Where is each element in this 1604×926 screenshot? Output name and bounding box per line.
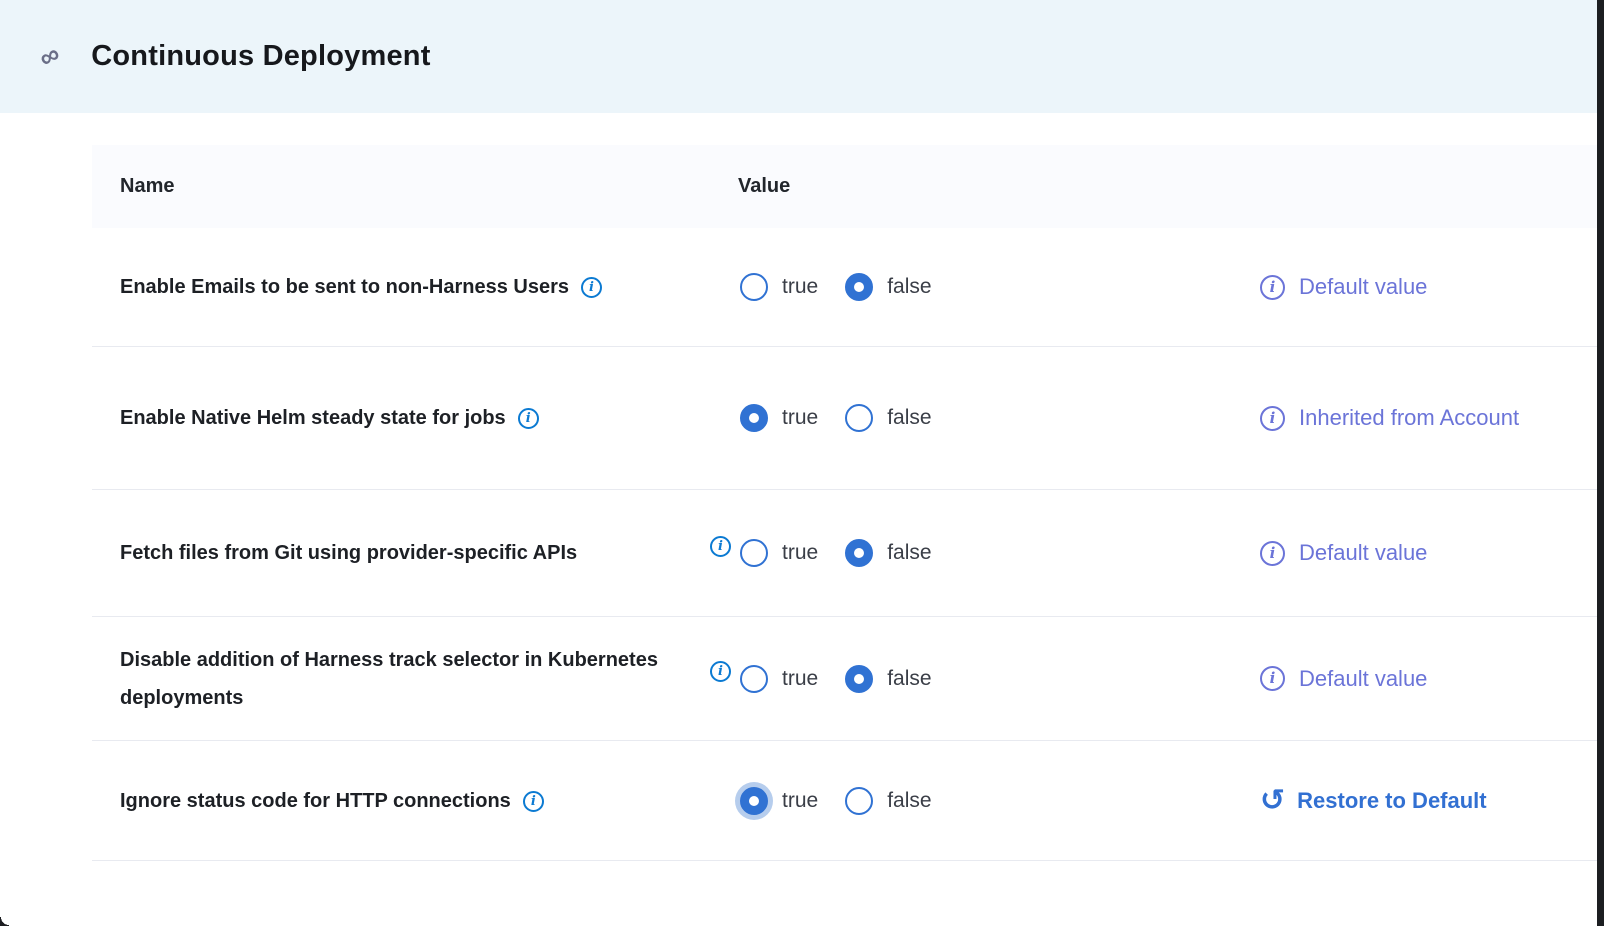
section-header: ∞ Continuous Deployment xyxy=(0,0,1604,113)
status-label: Inherited from Account xyxy=(1299,401,1519,435)
window-right-edge xyxy=(1597,0,1604,926)
radio-true-circle[interactable] xyxy=(740,787,768,815)
restore-to-default-button[interactable]: Restore to Default xyxy=(1297,788,1486,814)
radio-false[interactable]: false xyxy=(845,787,958,815)
radio-false[interactable]: false xyxy=(845,273,958,301)
setting-name: Disable addition of Harness track select… xyxy=(120,641,695,717)
info-icon[interactable]: i xyxy=(1260,541,1285,566)
column-header-value: Value xyxy=(710,175,1230,198)
radio-false[interactable]: false xyxy=(845,665,958,693)
setting-value: i true false xyxy=(710,273,1230,301)
table-row: Disable addition of Harness track select… xyxy=(92,617,1597,741)
radio-false[interactable]: false xyxy=(845,539,958,567)
info-icon[interactable]: i xyxy=(710,661,731,682)
radio-true[interactable]: true xyxy=(740,273,845,301)
radio-false-circle[interactable] xyxy=(845,539,873,567)
info-icon[interactable]: i xyxy=(523,791,544,812)
setting-status: ↺ Restore to Default xyxy=(1230,786,1597,816)
setting-value: i true false xyxy=(710,404,1230,432)
radio-true[interactable]: true xyxy=(740,787,845,815)
table-row: Enable Emails to be sent to non-Harness … xyxy=(92,228,1597,347)
setting-name: Ignore status code for HTTP connectionsi xyxy=(120,782,695,820)
info-icon[interactable]: i xyxy=(518,408,539,429)
restore-icon[interactable]: ↺ xyxy=(1260,786,1285,816)
radio-true[interactable]: true xyxy=(740,404,845,432)
status-label: Default value xyxy=(1299,270,1427,304)
radio-false-circle[interactable] xyxy=(845,273,873,301)
radio-false-circle[interactable] xyxy=(845,404,873,432)
window-corner-bottom-left xyxy=(0,917,9,926)
status-label: Default value xyxy=(1299,662,1427,696)
info-icon[interactable]: i xyxy=(1260,666,1285,691)
setting-status: i Default value xyxy=(1230,536,1597,570)
radio-false-circle[interactable] xyxy=(845,665,873,693)
setting-value: i true false xyxy=(710,665,1230,693)
setting-status: i Default value xyxy=(1230,662,1597,696)
radio-false[interactable]: false xyxy=(845,404,958,432)
settings-table: Name Value Enable Emails to be sent to n… xyxy=(92,145,1597,861)
radio-true-circle[interactable] xyxy=(740,539,768,567)
radio-true-circle[interactable] xyxy=(740,273,768,301)
setting-name: Enable Emails to be sent to non-Harness … xyxy=(120,268,695,306)
radio-true-circle[interactable] xyxy=(740,404,768,432)
page-title: Continuous Deployment xyxy=(91,40,430,73)
setting-value: i true false xyxy=(710,539,1230,567)
setting-name: Fetch files from Git using provider-spec… xyxy=(120,534,695,572)
link-icon[interactable]: ∞ xyxy=(35,40,65,73)
setting-name: Enable Native Helm steady state for jobs… xyxy=(120,399,695,437)
info-icon[interactable]: i xyxy=(710,536,731,557)
table-row: Fetch files from Git using provider-spec… xyxy=(92,490,1597,617)
setting-status: i Default value xyxy=(1230,270,1597,304)
radio-true[interactable]: true xyxy=(740,665,845,693)
setting-value: i true false xyxy=(710,787,1230,815)
info-icon[interactable]: i xyxy=(1260,275,1285,300)
radio-false-circle[interactable] xyxy=(845,787,873,815)
setting-status: i Inherited from Account xyxy=(1230,401,1597,435)
table-row: Ignore status code for HTTP connectionsi… xyxy=(92,741,1597,861)
column-header-name: Name xyxy=(120,175,710,198)
info-icon[interactable]: i xyxy=(581,277,602,298)
table-row: Enable Native Helm steady state for jobs… xyxy=(92,347,1597,490)
radio-true-circle[interactable] xyxy=(740,665,768,693)
info-icon[interactable]: i xyxy=(1260,406,1285,431)
table-header-row: Name Value xyxy=(92,145,1597,228)
radio-true[interactable]: true xyxy=(740,539,845,567)
status-label: Default value xyxy=(1299,536,1427,570)
